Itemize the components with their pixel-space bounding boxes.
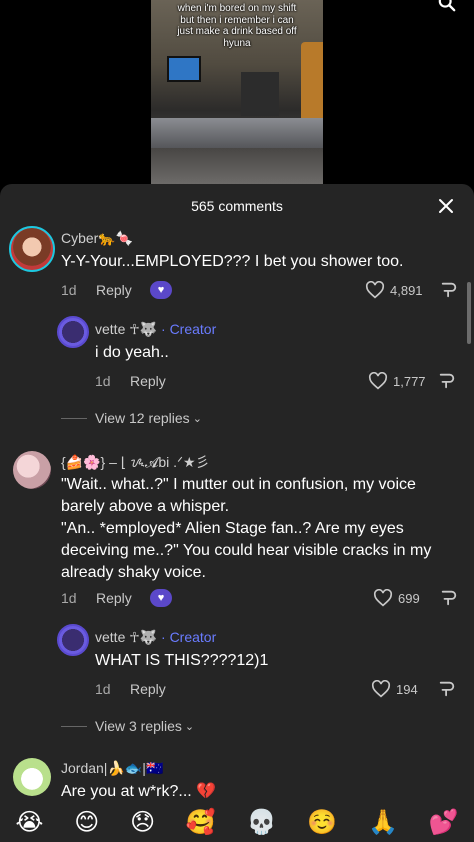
reply-time: 1d [95,373,111,389]
comment-time: 1d [61,590,77,606]
video-machine [241,72,279,116]
video-caption: when i'm bored on my shift but then i re… [151,3,323,49]
comment-username[interactable]: Jordan|🍌🐟|🇦🇺 [61,760,163,777]
like-count: 1,777 [393,373,426,389]
video-bottle [301,42,323,122]
video-counter [151,118,323,148]
avatar[interactable] [57,624,89,656]
liked-by-creator-icon: ♥ [150,589,172,607]
comments-sheet: 565 comments Cyber🐆🍬 Y-Y-Your...EMPLOYED… [0,184,474,842]
comment-text: Are you at w*rk?... 💔 [61,783,217,800]
reply-text: WHAT IS THIS????12)1 [95,652,269,669]
chevron-down-icon: ⌄ [184,720,195,733]
emoji-button[interactable]: 😞 [130,808,155,837]
reply-button[interactable]: Reply [96,590,132,606]
avatar[interactable] [13,451,51,489]
like-button[interactable]: 4,891 [365,281,423,299]
liked-by-creator-icon: ♥ [150,281,172,299]
close-icon[interactable] [436,196,456,216]
comment-text-line: deceiving me..?" You could hear visible … [61,542,432,559]
emoji-button[interactable]: 💀 [247,808,277,837]
comment-text-line: barely above a whisper. [61,498,230,515]
like-button[interactable]: 1,777 [368,372,426,390]
comment-username[interactable]: Cyber🐆🍬 [61,230,133,247]
emoji-button[interactable]: ☺️ [307,808,337,837]
divider [61,417,87,419]
emoji-button[interactable]: 💕 [429,808,459,837]
emoji-button[interactable]: 🙏 [368,808,398,837]
like-count: 194 [396,681,418,697]
video-caption-line: when i'm bored on my shift [177,3,297,14]
comments-count-title: 565 comments [191,198,283,214]
creator-badge: · Creator [161,629,217,645]
divider [61,725,87,727]
dislike-icon[interactable] [440,281,458,299]
reply-button[interactable]: Reply [130,373,166,389]
view-replies-button[interactable]: View 3 replies ⌄ [61,718,194,734]
emoji-button[interactable]: 😭 [15,808,43,837]
scrollbar[interactable] [467,282,471,344]
heart-icon [368,372,388,390]
like-count: 699 [398,590,420,606]
comment-text: Y-Y-Your...EMPLOYED??? I bet you shower … [61,253,404,270]
like-button[interactable]: 699 [373,589,420,607]
comment-text-line: already shaky voice. [61,564,206,581]
reply-button[interactable]: Reply [130,681,166,697]
view-replies-label: View 3 replies [95,718,182,734]
emoji-button[interactable]: 🥰 [186,808,216,837]
view-replies-label: View 12 replies [95,410,190,426]
creator-badge: · Creator [161,321,217,337]
comment-text-line: "An.. *employed* Alien Stage fan..? Are … [61,520,404,537]
chevron-down-icon: ⌄ [192,412,202,425]
video-caption-line: just make a drink based off [177,26,297,37]
avatar[interactable] [13,758,51,796]
reply-username-text: vette ☥🐺 [95,629,158,645]
comment-time: 1d [61,282,77,298]
emoji-quick-bar: 😭 😊 😞 🥰 💀 ☺️ 🙏 💕 [0,802,474,842]
heart-icon [365,281,385,299]
video-caption-line: hyuna [223,37,251,49]
view-replies-button[interactable]: View 12 replies ⌄ [61,410,202,426]
comment-username[interactable]: {🍰🌸} – ⌊ ᝰ𝓐bi .ᐟ★彡 [61,452,210,472]
dislike-icon[interactable] [438,372,456,390]
reply-username-text: vette ☥🐺 [95,321,158,337]
reply-text: i do yeah.. [95,344,169,361]
video-caption-line: but then i remember i can [180,14,294,26]
reply-username[interactable]: vette ☥🐺 · Creator [95,629,216,646]
dislike-icon[interactable] [440,589,458,607]
video-tv-screen [167,56,201,82]
like-count: 4,891 [390,282,423,298]
comment-text: "Wait.. what..?" I mutter out in confusi… [61,474,466,584]
emoji-button[interactable]: 😊 [74,808,99,837]
avatar[interactable] [57,316,89,348]
like-button[interactable]: 194 [371,680,418,698]
reply-time: 1d [95,681,111,697]
dislike-icon[interactable] [438,680,456,698]
reply-username[interactable]: vette ☥🐺 · Creator [95,321,216,338]
comment-text-line: "Wait.. what..?" I mutter out in confusi… [61,476,416,493]
heart-icon [371,680,391,698]
heart-icon [373,589,393,607]
search-icon[interactable] [438,0,456,12]
avatar[interactable] [9,226,55,272]
video-preview[interactable]: when i'm bored on my shift but then i re… [151,0,323,184]
reply-button[interactable]: Reply [96,282,132,298]
